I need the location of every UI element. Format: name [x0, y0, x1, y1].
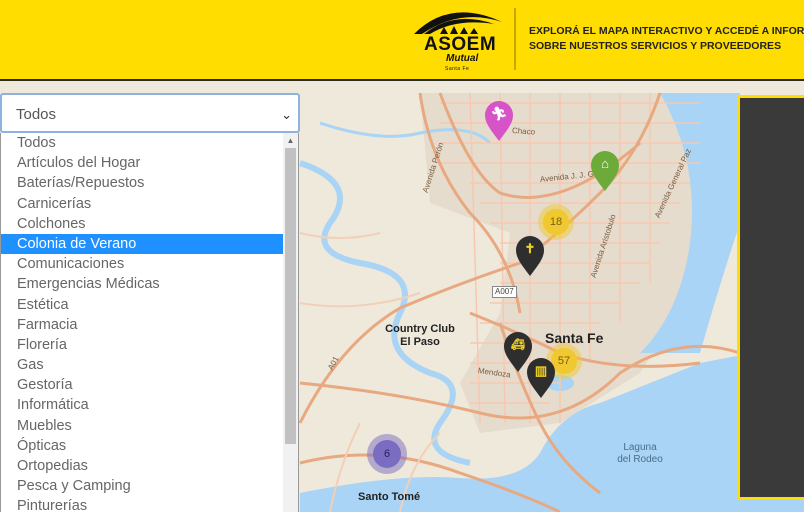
options-scrollbar[interactable]: ▲ — [283, 133, 298, 512]
tagline-line-1: EXPLORÁ EL MAPA INTERACTIVO Y ACCEDÉ A I… — [529, 25, 804, 37]
cluster-count: 6 — [373, 440, 401, 468]
street-chaco: Chaco — [511, 126, 536, 137]
scroll-thumb[interactable] — [285, 148, 296, 444]
home-icon: ⌂ — [601, 156, 609, 171]
header-tagline: EXPLORÁ EL MAPA INTERACTIVO Y ACCEDÉ A I… — [529, 24, 804, 54]
building-icon: ▥ — [534, 363, 548, 378]
tagline-line-2: SOBRE NUESTROS SERVICIOS Y PROVEEDORES — [529, 40, 782, 52]
category-options-list[interactable]: Todos Artículos del Hogar Baterías/Repuest… — [0, 133, 299, 512]
category-option[interactable]: Artículos del Hogar — [1, 153, 284, 173]
ambulance-icon: 🚑︎ — [511, 339, 525, 351]
category-option[interactable]: Pinturerías — [1, 496, 284, 512]
logo-subtitle: Mutual — [446, 53, 479, 64]
route-tag-a007: A007 — [492, 286, 517, 298]
home-marker[interactable]: ⌂ — [590, 151, 620, 191]
scroll-up-icon[interactable]: ▲ — [283, 133, 298, 148]
category-option[interactable]: Ópticas — [1, 436, 284, 456]
category-option[interactable]: Carnicerías — [1, 194, 284, 214]
cross-marker[interactable]: ✝ — [515, 236, 545, 276]
category-option[interactable]: Emergencias Médicas — [1, 274, 284, 294]
category-option[interactable]: Todos — [1, 133, 284, 153]
building-marker[interactable]: ▥ — [526, 358, 556, 398]
category-option[interactable]: Baterías/Repuestos — [1, 173, 284, 193]
header-divider — [514, 8, 516, 70]
category-option[interactable]: Colonia de Verano — [1, 233, 284, 255]
category-option[interactable]: Colchones — [1, 214, 284, 234]
category-option[interactable]: Farmacia — [1, 315, 284, 335]
category-select[interactable]: Todos ⌄ — [0, 93, 300, 133]
category-option[interactable]: Estética — [1, 295, 284, 315]
chevron-down-icon: ⌄ — [281, 107, 292, 122]
running-icon: 🏃︎ — [490, 106, 508, 121]
cluster-count: 18 — [543, 209, 569, 235]
label-santo-tome: Santo Tomé — [358, 491, 421, 503]
runner-marker[interactable]: 🏃︎ — [484, 101, 514, 141]
category-option[interactable]: Comunicaciones — [1, 254, 284, 274]
cluster-santo-tome[interactable]: 6 — [367, 434, 407, 474]
category-option[interactable]: Muebles — [1, 416, 284, 436]
site-header: ASOEM Mutual Santa Fe EXPLORÁ EL MAPA IN… — [0, 0, 804, 81]
cross-icon: ✝ — [524, 241, 536, 256]
asoem-logo[interactable]: ASOEM Mutual Santa Fe — [410, 4, 508, 76]
category-select-value: Todos — [16, 106, 57, 123]
logo-location: Santa Fe — [445, 66, 470, 72]
label-santa-fe: Santa Fe — [545, 330, 604, 346]
info-popup-panel[interactable] — [737, 95, 804, 500]
category-option[interactable]: Ortopedias — [1, 456, 284, 476]
options: Todos Artículos del Hogar Baterías/Repuest… — [1, 133, 284, 512]
category-option[interactable]: Gestoría — [1, 375, 284, 395]
label-country-club: Country Club El Paso — [385, 323, 455, 348]
category-option[interactable]: Gas — [1, 355, 284, 375]
category-option[interactable]: Florería — [1, 335, 284, 355]
category-option[interactable]: Informática — [1, 395, 284, 415]
category-option[interactable]: Pesca y Camping — [1, 476, 284, 496]
label-laguna: Laguna del Rodeo — [617, 442, 663, 465]
cluster-north[interactable]: 18 — [538, 204, 574, 240]
